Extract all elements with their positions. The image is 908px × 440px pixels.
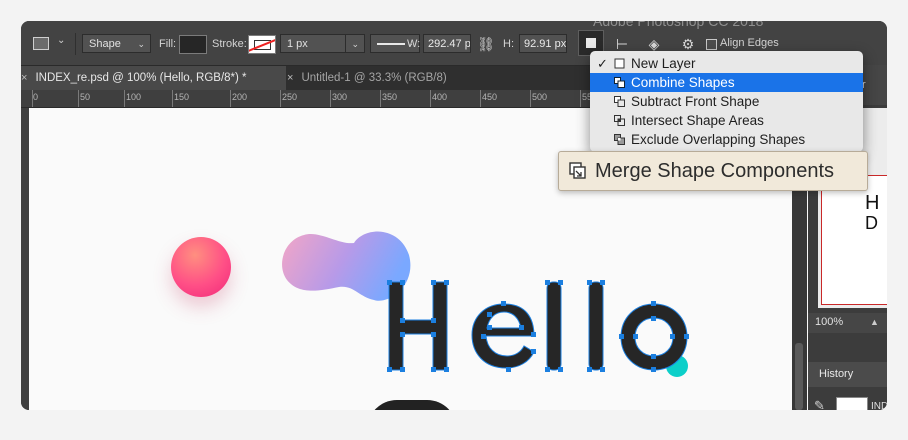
divider	[75, 33, 76, 55]
ruler-tick	[480, 90, 481, 107]
width-field[interactable]: 292.47 px	[423, 34, 471, 53]
new-layer-icon	[614, 58, 625, 69]
subtract-front-shape-icon	[614, 96, 625, 107]
ruler-tick	[280, 90, 281, 107]
ruler-tick	[530, 90, 531, 107]
ruler-tick	[172, 90, 173, 107]
menu-item-merge-shape-components[interactable]: Merge Shape Components	[558, 151, 868, 191]
ruler-tick	[330, 90, 331, 107]
history-panel-header[interactable]: History	[808, 362, 887, 387]
scrollbar-thumb[interactable]	[795, 343, 803, 410]
align-edges-checkbox[interactable]	[706, 39, 717, 50]
chevron-down-icon: ⌄	[57, 35, 66, 46]
ruler-label: 100	[126, 92, 142, 102]
history-snapshot-thumbnail	[836, 397, 868, 410]
pink-circle-shape	[171, 237, 231, 297]
ruler-label: 250	[282, 92, 298, 102]
history-snapshot-row[interactable]: ✎ IND	[808, 395, 887, 410]
ruler-label: 0	[33, 92, 39, 102]
zoom-row: 100% ▲	[808, 313, 887, 333]
menu-item-label: Subtract Front Shape	[631, 94, 760, 109]
ruler-label: 200	[232, 92, 248, 102]
fill-label: Fill:	[159, 38, 177, 50]
history-brush-icon[interactable]: ✎	[814, 398, 825, 410]
ruler-tick	[380, 90, 381, 107]
thumbnail-h-letter: H	[865, 192, 880, 214]
width-label: W:	[407, 38, 421, 50]
hello-text-shape[interactable]	[369, 274, 699, 374]
thumbnail-d-letter: D	[865, 213, 878, 233]
stroke-label: Stroke:	[212, 38, 247, 50]
align-edges-label: Align Edges	[720, 37, 779, 49]
menu-item-label: New Layer	[631, 56, 696, 71]
merge-shape-components-icon	[569, 162, 586, 179]
ruler-label: 150	[174, 92, 190, 102]
intersect-shape-areas-icon	[614, 115, 625, 126]
ruler-tick	[124, 90, 125, 107]
exclude-overlapping-shapes-icon	[614, 134, 625, 145]
menu-item-new-layer[interactable]: ✓ New Layer	[590, 54, 863, 73]
partial-letter-shape	[367, 400, 457, 410]
chevron-down-icon: ⌄	[137, 39, 145, 49]
path-operations-menu: ✓ New Layer Combine Shapes Subtract Fron…	[590, 51, 863, 152]
ruler-tick	[580, 90, 581, 107]
ruler-label: 300	[332, 92, 348, 102]
window-title: Adobe Photoshop CC 2018	[593, 21, 764, 29]
height-label: H:	[503, 38, 514, 50]
mode-select-value: Shape	[89, 38, 121, 50]
history-title: History	[819, 368, 854, 380]
menu-item-subtract-front-shape[interactable]: Subtract Front Shape	[590, 92, 863, 111]
tab-untitled-1[interactable]: × Untitled-1 @ 33.3% (RGB/8)	[287, 66, 457, 90]
menu-item-intersect-shape-areas[interactable]: Intersect Shape Areas	[590, 111, 863, 130]
history-item-label: IND	[871, 401, 887, 410]
zoom-out-icon[interactable]: ▲	[870, 317, 879, 327]
combine-shapes-icon	[614, 77, 625, 88]
ruler-label: 500	[532, 92, 548, 102]
checkmark-icon: ✓	[597, 56, 608, 71]
stroke-swatch[interactable]	[248, 35, 276, 54]
close-icon[interactable]: ×	[21, 72, 27, 84]
tool-preset-picker[interactable]: ⌄	[29, 34, 71, 54]
menu-item-combine-shapes[interactable]: Combine Shapes	[590, 73, 863, 92]
menu-item-label: Intersect Shape Areas	[631, 113, 764, 128]
ruler-tick	[78, 90, 79, 107]
tab-label: Untitled-1 @ 33.3% (RGB/8)	[301, 72, 447, 84]
zoom-level[interactable]: 100%	[815, 316, 843, 328]
ruler-tick	[230, 90, 231, 107]
stroke-width-dropdown[interactable]: ⌄	[345, 34, 365, 53]
menu-item-exclude-overlapping-shapes[interactable]: Exclude Overlapping Shapes	[590, 130, 863, 149]
path-operations-icon	[586, 38, 596, 48]
stroke-width-value: 1 px	[287, 38, 308, 50]
menu-item-label: Combine Shapes	[631, 75, 735, 90]
vertical-ruler	[21, 108, 29, 410]
solid-line-icon	[377, 43, 405, 45]
stroke-width-field[interactable]: 1 px	[280, 34, 346, 53]
link-dimensions-icon[interactable]: ⛓	[473, 32, 499, 56]
tab-label: INDEX_re.psd @ 100% (Hello, RGB/8*) *	[35, 72, 247, 84]
ruler-tick	[430, 90, 431, 107]
menu-item-label: Merge Shape Components	[595, 160, 835, 182]
tab-index-psd[interactable]: × INDEX_re.psd @ 100% (Hello, RGB/8*) *	[21, 66, 286, 90]
ruler-label: 450	[482, 92, 498, 102]
ruler-label: 400	[432, 92, 448, 102]
ruler-label: 350	[382, 92, 398, 102]
ruler-label: 50	[80, 92, 91, 102]
mode-select[interactable]: Shape ⌄	[82, 34, 151, 53]
height-field[interactable]: 92.91 px	[519, 34, 567, 53]
close-icon[interactable]: ×	[287, 72, 293, 84]
fill-swatch[interactable]	[179, 35, 207, 54]
menu-item-label: Exclude Overlapping Shapes	[631, 132, 806, 147]
photoshop-window: Adobe Photoshop CC 2018 ⌄ Shape ⌄ Fill: …	[21, 21, 887, 410]
rectangle-tool-icon	[33, 37, 49, 50]
chevron-down-icon: ⌄	[351, 39, 359, 49]
